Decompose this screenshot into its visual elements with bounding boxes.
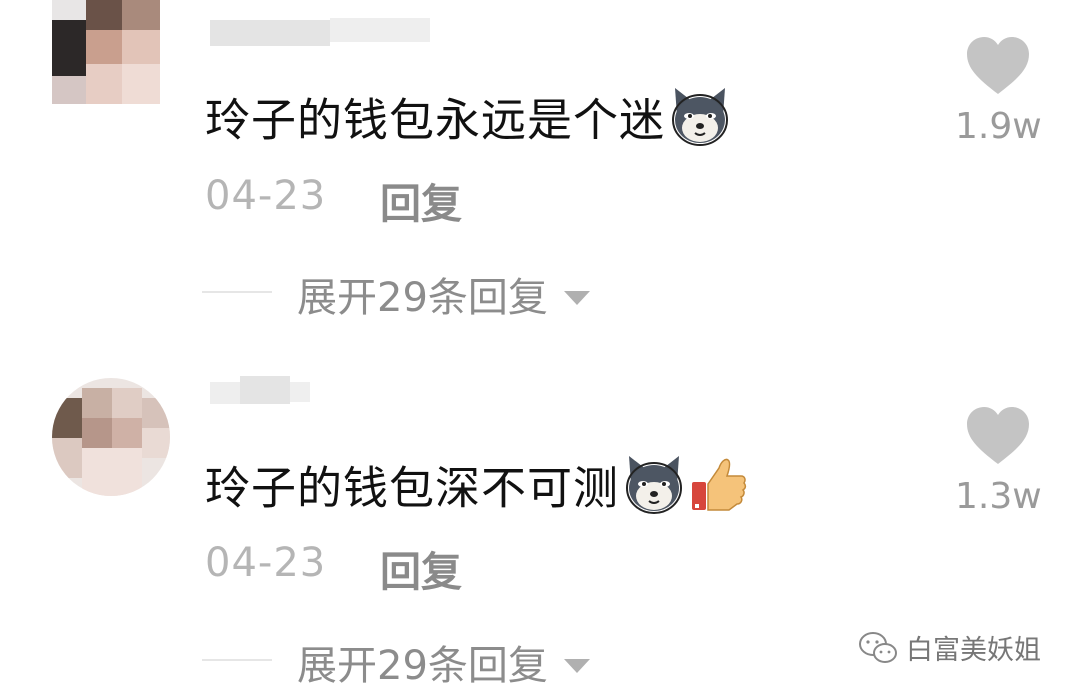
- heart-icon[interactable]: [965, 36, 1031, 96]
- watermark-text: 白富美妖姐: [906, 635, 1041, 666]
- divider-line: [202, 291, 272, 293]
- expand-replies-label: 展开29条回复: [297, 643, 548, 689]
- reply-button[interactable]: 回复: [380, 538, 462, 598]
- chevron-down-icon: [563, 659, 590, 673]
- expand-replies-label: 展开29条回复: [297, 275, 548, 321]
- comment-date: 04-23: [205, 540, 327, 586]
- heart-icon[interactable]: [965, 406, 1031, 466]
- comment-text: 玲子的钱包深不可测: [205, 454, 747, 529]
- avatar[interactable]: [52, 378, 170, 496]
- divider-line: [202, 659, 272, 661]
- husky-dog-emoji: [623, 454, 685, 529]
- reply-button[interactable]: 回复: [380, 170, 462, 230]
- thumbs-up-emoji: [689, 454, 747, 529]
- like-count: 1.9w: [955, 106, 1042, 147]
- expand-replies-button[interactable]: 展开29条回复: [297, 633, 590, 691]
- wechat-icon: [859, 631, 897, 663]
- avatar[interactable]: [52, 0, 160, 104]
- comment-text: 玲子的钱包永远是个迷: [205, 86, 731, 161]
- username-blurred[interactable]: [210, 376, 310, 406]
- username-blurred[interactable]: [210, 18, 430, 48]
- comment-text-content: 玲子的钱包深不可测: [205, 461, 620, 515]
- comment-date: 04-23: [205, 173, 327, 219]
- expand-replies-button[interactable]: 展开29条回复: [297, 265, 590, 323]
- chevron-down-icon: [563, 291, 590, 305]
- husky-dog-emoji: [669, 86, 731, 161]
- like-count: 1.3w: [955, 476, 1042, 517]
- comment-text-content: 玲子的钱包永远是个迷: [205, 93, 666, 147]
- watermark: 白富美妖姐: [858, 628, 1041, 667]
